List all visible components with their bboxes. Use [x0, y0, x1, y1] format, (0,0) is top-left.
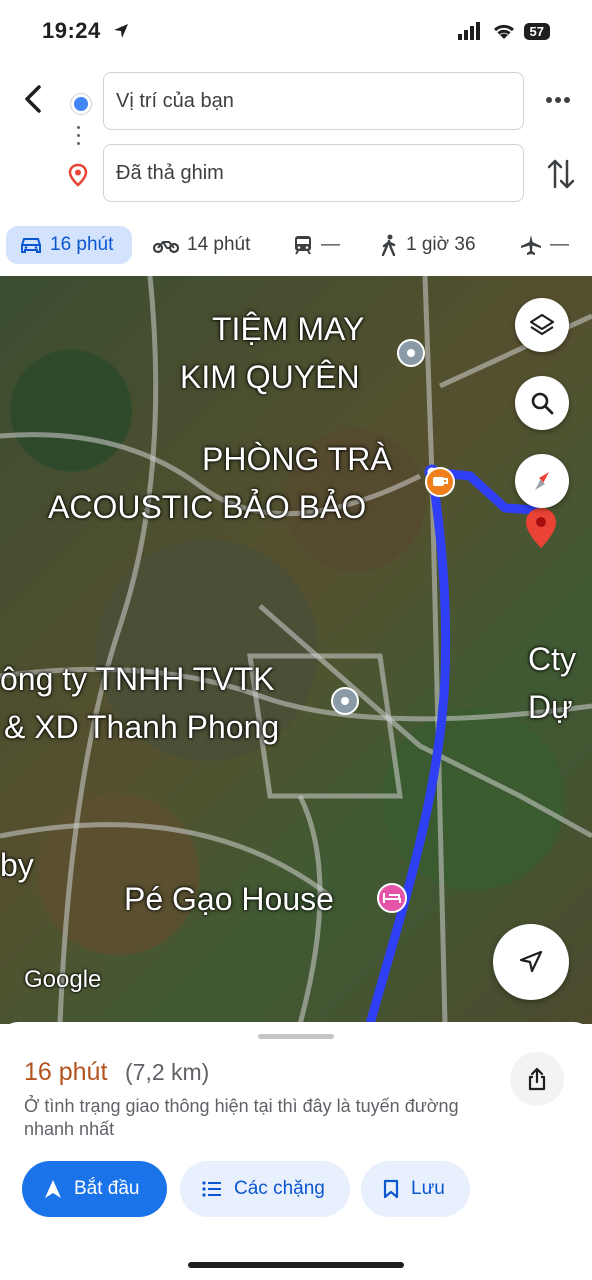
mode-motorbike-tab[interactable]: 14 phút	[153, 226, 250, 264]
destination-text: Đã thả ghim	[116, 161, 224, 184]
compass-icon	[535, 472, 549, 490]
map-view[interactable]: TIỆM MAY KIM QUYÊN PHÒNG TRÀ ACOUSTIC BẢ…	[0, 276, 592, 1024]
map-label-thanh-phong: & XD Thanh Phong	[4, 709, 280, 745]
destination-pin-icon	[68, 163, 88, 187]
mode-flight-tab[interactable]: —	[520, 226, 569, 264]
mode-motorbike-label: 14 phút	[187, 234, 251, 255]
search-button[interactable]	[515, 376, 569, 430]
motorbike-icon	[153, 241, 179, 254]
status-icons: 57	[457, 22, 550, 40]
layers-icon	[529, 313, 555, 336]
map-label-phong-tra: PHÒNG TRÀ	[202, 441, 392, 477]
company-marker-icon[interactable]	[330, 686, 360, 716]
map-label-cty: Cty	[528, 641, 576, 677]
mode-walk-label: 1 giờ 36	[406, 234, 476, 255]
route-distance: (7,2 km)	[125, 1059, 210, 1085]
dropped-pin-icon[interactable]	[524, 506, 558, 550]
bookmark-icon	[383, 1179, 399, 1199]
transit-icon	[295, 236, 311, 255]
signal-icon	[457, 22, 480, 40]
cafe-marker-icon[interactable]	[424, 466, 456, 498]
destination-field[interactable]: Đã thả ghim	[103, 144, 524, 202]
route-summary-sheet: 16 phút (7,2 km) Ở tình trạng giao thông…	[0, 1022, 592, 1280]
mode-car-tab[interactable]: 16 phút	[6, 226, 132, 264]
search-icon	[531, 392, 554, 415]
route-connector	[77, 126, 80, 150]
more-options-button[interactable]	[540, 85, 576, 115]
share-button[interactable]	[510, 1052, 564, 1106]
lodging-marker-icon[interactable]	[376, 882, 408, 914]
navigation-icon	[45, 1180, 61, 1198]
stops-label: Các chặng	[234, 1178, 325, 1199]
mode-transit-label: —	[321, 234, 340, 255]
mode-flight-label: —	[550, 234, 569, 255]
save-label: Lưu	[411, 1178, 445, 1199]
wifi-icon	[493, 24, 514, 39]
map-label-by: by	[0, 847, 34, 883]
status-bar: 19:24 57	[0, 0, 592, 64]
walk-icon	[381, 234, 396, 256]
share-icon	[528, 1067, 546, 1091]
map-label-acoustic: ACOUSTIC BẢO BẢO	[48, 489, 367, 525]
origin-field[interactable]: Vị trí của bạn	[103, 72, 524, 130]
status-time: 19:24	[42, 18, 101, 43]
route-duration: 16 phút	[24, 1058, 108, 1086]
swap-directions-icon[interactable]	[546, 157, 576, 191]
back-button[interactable]	[18, 82, 48, 116]
navigation-arrow-icon	[519, 950, 543, 973]
mode-transit-tab[interactable]: —	[293, 226, 340, 264]
stops-button[interactable]: Các chặng	[180, 1161, 350, 1217]
origin-text: Vị trí của bạn	[116, 89, 234, 112]
flight-icon	[521, 235, 541, 255]
mode-walk-tab[interactable]: 1 giờ 36	[380, 226, 476, 264]
map-label-cong-ty: ông ty TNHH TVTK	[0, 661, 275, 697]
car-icon	[21, 238, 41, 253]
place-marker-icon[interactable]	[396, 338, 426, 368]
location-arrow-icon	[114, 24, 128, 38]
recenter-button[interactable]	[493, 924, 569, 1000]
map-label-du: Dự	[528, 689, 573, 725]
layers-button[interactable]	[515, 298, 569, 352]
map-label-pe-gao: Pé Gạo House	[124, 881, 334, 917]
home-indicator[interactable]	[188, 1262, 404, 1268]
save-button[interactable]: Lưu	[361, 1161, 470, 1217]
origin-dot-icon	[71, 94, 91, 114]
start-label: Bắt đầu	[74, 1178, 140, 1199]
map-label-kim-quyen: KIM QUYÊN	[180, 359, 360, 395]
mode-car-label: 16 phút	[50, 234, 114, 255]
battery-indicator: 57	[523, 22, 550, 40]
list-icon	[202, 1181, 221, 1197]
more-dots-icon	[546, 97, 570, 103]
compass-button[interactable]	[515, 454, 569, 508]
start-navigation-button[interactable]: Bắt đầu	[22, 1161, 167, 1217]
travel-mode-bar: 16 phút 14 phút — 1 giờ 36 —	[0, 222, 592, 268]
sheet-drag-handle[interactable]	[258, 1034, 334, 1039]
back-arrow-icon	[25, 85, 41, 113]
route-description: Ở tình trạng giao thông hiện tại thì đây…	[24, 1096, 459, 1139]
google-attribution: Google	[24, 966, 102, 993]
map-label-tiem-may: TIỆM MAY	[212, 311, 365, 347]
